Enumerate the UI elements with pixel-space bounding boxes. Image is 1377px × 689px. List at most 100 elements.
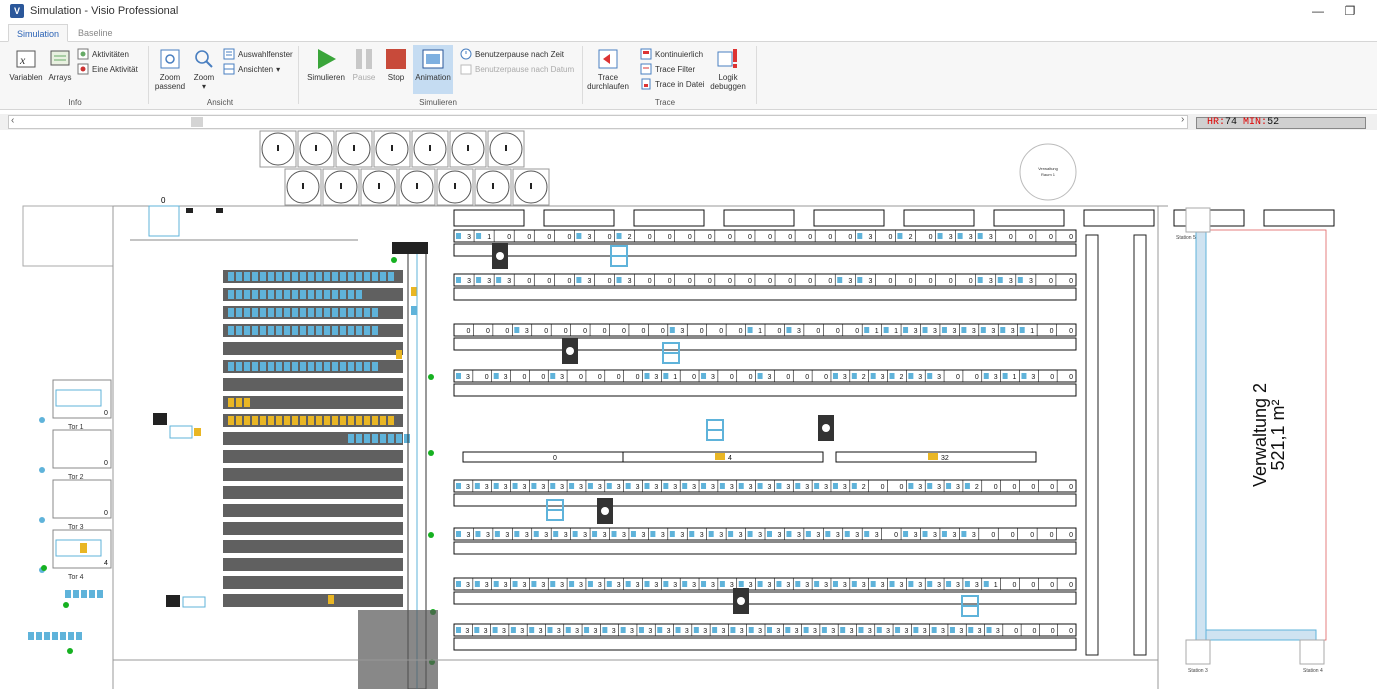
- rack-count: 0: [1050, 582, 1054, 589]
- zoom-fit-button[interactable]: Zoom passend: [152, 48, 188, 91]
- run-simulation-button[interactable]: Simulieren: [305, 48, 347, 82]
- pallet: [602, 627, 608, 633]
- rack-count: 0: [749, 374, 753, 381]
- pallet: [348, 326, 354, 335]
- pallet: [889, 373, 895, 379]
- pallet: [587, 581, 593, 587]
- pallet: [719, 581, 725, 587]
- zoom-button[interactable]: Zoom ▾: [190, 48, 218, 91]
- scroll-left-icon[interactable]: ‹: [11, 115, 14, 126]
- rack-count: 0: [786, 374, 790, 381]
- hour-value: 74: [1225, 117, 1238, 128]
- tab-simulation[interactable]: Simulation: [8, 24, 69, 42]
- drawing-canvas[interactable]: Verwaltung Raum 1 0 3 1 0 0 0 0 3 0 2 0 0 0 0 0 0 0 0 0 0 0…: [8, 130, 1377, 689]
- conveyor-lane: [223, 576, 403, 589]
- pallet: [494, 531, 500, 537]
- pallet: [625, 581, 631, 587]
- rack-count: 3: [466, 582, 470, 589]
- warehouse-layout[interactable]: Verwaltung Raum 1 0 3 1 0 0 0 0 3 0 2 0 0 0 0 0 0 0 0 0 0 0…: [8, 130, 1377, 689]
- rack-count: 0: [567, 278, 571, 285]
- pallet: [512, 581, 518, 587]
- pallet: [949, 627, 955, 633]
- rack-count: 2: [628, 234, 632, 241]
- pallet: [244, 362, 250, 371]
- rack-count: 3: [617, 582, 621, 589]
- restore-button[interactable]: ❐: [1336, 2, 1364, 20]
- rack-count: 3: [522, 484, 526, 491]
- pallet: [340, 416, 346, 425]
- pallet: [236, 290, 242, 299]
- rack-count: 3: [904, 628, 908, 635]
- trace-to-file-button[interactable]: Trace in Datei: [640, 78, 705, 90]
- pause-button[interactable]: Pause: [350, 48, 378, 82]
- conveyor-lane: [223, 558, 403, 571]
- rack-count: 3: [485, 582, 489, 589]
- pallet: [456, 483, 461, 489]
- step-trace-button[interactable]: Trace durchlaufen: [587, 48, 629, 91]
- selection-window-button[interactable]: Auswahlfenster: [223, 48, 293, 60]
- pause-after-date-button[interactable]: Benutzerpause nach Datum: [460, 63, 574, 75]
- rack-count: 2: [909, 234, 913, 241]
- trace-filter-button[interactable]: Trace Filter: [640, 63, 695, 75]
- pallet: [332, 326, 338, 335]
- pallet: [682, 483, 688, 489]
- rack-count: 0: [648, 234, 652, 241]
- pallet: [961, 531, 967, 537]
- conveyor-lane: [223, 450, 403, 463]
- pallet: [553, 531, 559, 537]
- rack-count: 3: [918, 582, 922, 589]
- stop-button[interactable]: Stop: [382, 48, 410, 82]
- horizontal-scrollbar[interactable]: ‹: [8, 115, 1188, 129]
- forklift-icon: [166, 595, 206, 608]
- continuous-trace-button[interactable]: Kontinuierlich: [640, 48, 703, 60]
- pallet: [324, 290, 330, 299]
- truck: [55, 539, 102, 557]
- tab-baseline[interactable]: Baseline: [70, 24, 121, 42]
- variables-button[interactable]: x Variablen: [8, 48, 44, 82]
- animation-button[interactable]: Animation: [413, 45, 453, 94]
- pallet: [903, 327, 909, 333]
- rack-count: 0: [1050, 328, 1054, 335]
- pallet: [236, 416, 242, 425]
- rack-count: 0: [1069, 532, 1073, 539]
- rack-count: 0: [636, 374, 640, 381]
- pallet: [832, 581, 838, 587]
- rack-count: 3: [875, 532, 879, 539]
- rack-count: 3: [711, 484, 715, 491]
- pallet: [372, 272, 378, 281]
- pause-after-time-button[interactable]: Benutzerpause nach Zeit: [460, 48, 564, 60]
- pallet: [356, 308, 362, 317]
- pallet: [28, 632, 34, 640]
- minimize-button[interactable]: —: [1304, 2, 1332, 20]
- pallet: [474, 483, 480, 489]
- pallet: [292, 290, 298, 299]
- rack-count: 3: [816, 532, 820, 539]
- one-activity-button[interactable]: Eine Aktivität: [77, 63, 138, 75]
- pallet: [496, 277, 502, 283]
- conveyor-lane: [223, 468, 403, 481]
- rack-block: [1263, 209, 1335, 227]
- pallet: [587, 483, 593, 489]
- views-button[interactable]: Ansichten ▾: [223, 63, 280, 75]
- pallet: [757, 373, 763, 379]
- pallet: [364, 434, 370, 443]
- rack-count: 0: [1031, 484, 1035, 491]
- variable-icon: x: [15, 48, 37, 70]
- arrays-button[interactable]: Arrays: [46, 48, 74, 82]
- file-icon: [640, 78, 652, 90]
- pallet: [851, 483, 857, 489]
- admin-area-name: Verwaltung 2: [1250, 383, 1270, 487]
- scroll-right-icon[interactable]: ›: [1181, 114, 1184, 125]
- rack-count: 3: [654, 374, 658, 381]
- debug-logic-button[interactable]: Logik debuggen: [708, 48, 748, 91]
- silo-marker: [416, 183, 418, 189]
- activities-button[interactable]: Aktivitäten: [77, 48, 129, 60]
- hour-label: HR:: [1207, 117, 1226, 128]
- pallet: [356, 326, 362, 335]
- rack-count: 3: [560, 484, 564, 491]
- rack-count: 3: [1011, 328, 1015, 335]
- rack-count: 0: [1013, 582, 1017, 589]
- scrollbar-thumb[interactable]: [191, 117, 203, 127]
- pallet: [372, 362, 378, 371]
- pallet: [260, 272, 266, 281]
